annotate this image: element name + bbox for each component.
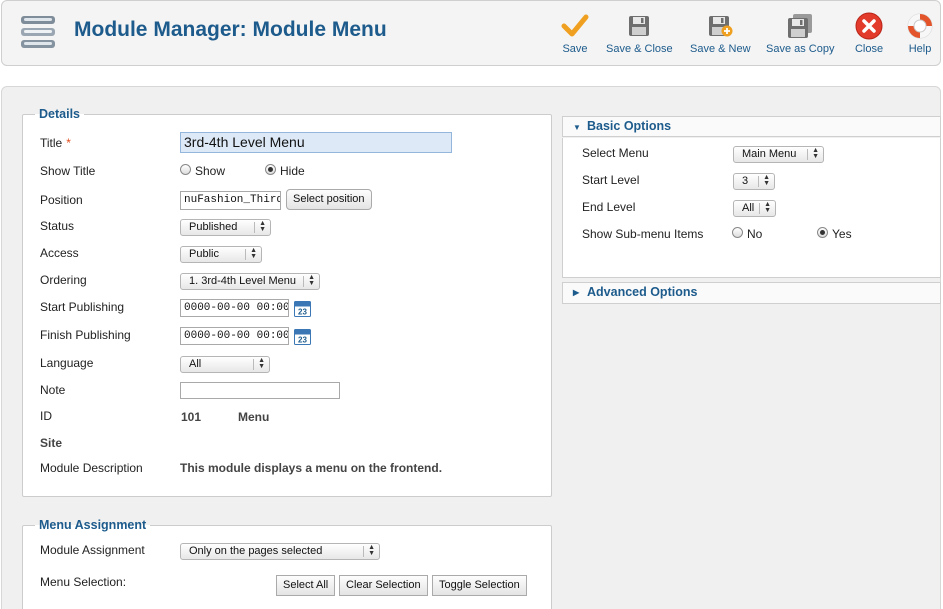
module-description-value: This module displays a menu on the front… — [180, 461, 443, 475]
advanced-options-header[interactable]: ▶ Advanced Options — [562, 282, 941, 304]
start-level-value: 3 — [742, 175, 749, 187]
clear-selection-button[interactable]: Clear Selection — [339, 575, 428, 596]
toolbar: Module Manager: Module Menu Save Save & … — [1, 0, 941, 66]
save-copy-button[interactable]: Save as Copy — [766, 11, 834, 55]
access-select[interactable]: Public ▲ ▼ — [180, 246, 262, 263]
status-value: Published — [189, 221, 238, 233]
close-label: Close — [854, 43, 884, 55]
show-title-show-radio[interactable] — [180, 164, 191, 175]
required-mark: * — [66, 136, 71, 150]
finish-publishing-label: Finish Publishing — [40, 328, 131, 342]
calendar-day-text: 23 — [298, 336, 307, 345]
id-value: 101 — [181, 410, 202, 424]
details-legend: Details — [39, 107, 80, 121]
select-arrows-icon: ▲ ▼ — [764, 201, 771, 214]
help-lifebuoy-icon — [907, 13, 933, 39]
language-select[interactable]: All ▲ ▼ — [180, 356, 270, 373]
save-new-button[interactable]: Save & New — [690, 11, 751, 55]
ordering-value: 1. 3rd-4th Level Menu — [189, 275, 297, 287]
start-level-select[interactable]: 3 ▲ ▼ — [733, 173, 775, 190]
module-description-label: Module Description — [40, 461, 143, 475]
ordering-select[interactable]: 1. 3rd-4th Level Menu ▲ ▼ — [180, 273, 320, 290]
language-label: Language — [40, 356, 94, 370]
calendar-day-text: 23 — [298, 308, 307, 317]
floppy-new-icon — [709, 16, 733, 37]
site-label: Site — [40, 436, 63, 450]
select-arrows-icon: ▲ ▼ — [368, 544, 375, 557]
select-menu-select[interactable]: Main Menu ▲ ▼ — [733, 146, 824, 163]
status-select[interactable]: Published ▲ ▼ — [180, 219, 271, 236]
save-new-label: Save & New — [690, 43, 751, 55]
access-label: Access — [40, 246, 79, 260]
select-all-button[interactable]: Select All — [276, 575, 336, 596]
start-publishing-label: Start Publishing — [40, 300, 125, 314]
basic-options-title: Basic Options — [587, 119, 672, 133]
page-title: Module Manager: Module Menu — [74, 18, 387, 41]
language-value: All — [189, 358, 202, 370]
id-label: ID — [40, 409, 52, 423]
triangle-down-icon: ▼ — [573, 123, 581, 132]
position-label: Position — [40, 193, 83, 207]
save-check-icon — [561, 14, 589, 37]
toggle-selection-button[interactable]: Toggle Selection — [432, 575, 527, 596]
select-arrows-icon: ▲ ▼ — [250, 247, 257, 260]
select-arrows-icon: ▲ ▼ — [308, 274, 315, 287]
show-submenu-yes-radio[interactable] — [817, 227, 828, 238]
start-level-label: Start Level — [582, 173, 640, 187]
save-close-button[interactable]: Save & Close — [606, 11, 673, 55]
ordering-label: Ordering — [40, 273, 87, 287]
title-label: Title * — [40, 136, 71, 150]
end-level-value: All — [742, 202, 755, 214]
show-title-label: Show Title — [40, 164, 96, 178]
floppy-copy-icon — [788, 14, 813, 38]
show-submenu-label: Show Sub-menu Items — [582, 227, 704, 241]
triangle-right-icon: ▶ — [573, 288, 580, 297]
select-arrows-icon: ▲ ▼ — [763, 174, 770, 187]
note-label: Note — [40, 383, 66, 397]
select-menu-label: Select Menu — [582, 146, 649, 160]
calendar-icon[interactable]: 23 — [294, 300, 311, 317]
yes-option-label: Yes — [832, 227, 852, 241]
status-label: Status — [40, 219, 75, 233]
module-assignment-label: Module Assignment — [40, 543, 145, 557]
finish-publishing-input[interactable]: 0000-00-00 00:00:0 — [180, 327, 289, 345]
show-submenu-no-radio[interactable] — [732, 227, 743, 238]
menu-assignment-legend: Menu Assignment — [39, 518, 147, 532]
title-label-text: Title — [40, 136, 63, 150]
select-position-button[interactable]: Select position — [286, 189, 372, 210]
select-arrows-icon: ▲ ▼ — [258, 357, 265, 370]
position-input[interactable]: nuFashion_ThirdLev — [180, 191, 281, 210]
access-value: Public — [189, 248, 219, 260]
select-arrows-icon: ▲ ▼ — [812, 147, 819, 160]
end-level-select[interactable]: All ▲ ▼ — [733, 200, 776, 217]
module-type-value: Menu — [238, 410, 270, 424]
help-label: Help — [908, 43, 932, 55]
title-input[interactable]: 3rd-4th Level Menu — [180, 132, 452, 153]
save-label: Save — [562, 43, 588, 55]
module-assignment-select[interactable]: Only on the pages selected ▲ ▼ — [180, 543, 380, 560]
save-copy-label: Save as Copy — [766, 43, 835, 55]
menu-selection-label: Menu Selection: — [40, 575, 127, 589]
calendar-icon[interactable]: 23 — [294, 328, 311, 345]
basic-options-header[interactable]: ▼ Basic Options — [562, 116, 941, 137]
select-arrows-icon: ▲ ▼ — [259, 220, 266, 233]
save-close-label: Save & Close — [606, 43, 673, 55]
save-button[interactable]: Save — [559, 11, 591, 55]
show-option-label: Show — [195, 164, 226, 178]
note-input[interactable] — [180, 382, 340, 399]
no-option-label: No — [747, 227, 763, 241]
close-x-icon — [855, 12, 883, 40]
start-publishing-input[interactable]: 0000-00-00 00:00:0 — [180, 299, 289, 317]
show-title-hide-radio[interactable] — [265, 164, 276, 175]
floppy-icon — [629, 16, 650, 36]
close-button[interactable]: Close — [853, 11, 885, 55]
help-button[interactable]: Help — [904, 11, 936, 55]
advanced-options-title: Advanced Options — [587, 285, 698, 299]
module-assignment-value: Only on the pages selected — [189, 545, 323, 557]
module-manager-logo-icon — [21, 16, 55, 48]
hide-option-label: Hide — [280, 164, 305, 178]
select-menu-value: Main Menu — [742, 148, 797, 160]
end-level-label: End Level — [582, 200, 636, 214]
